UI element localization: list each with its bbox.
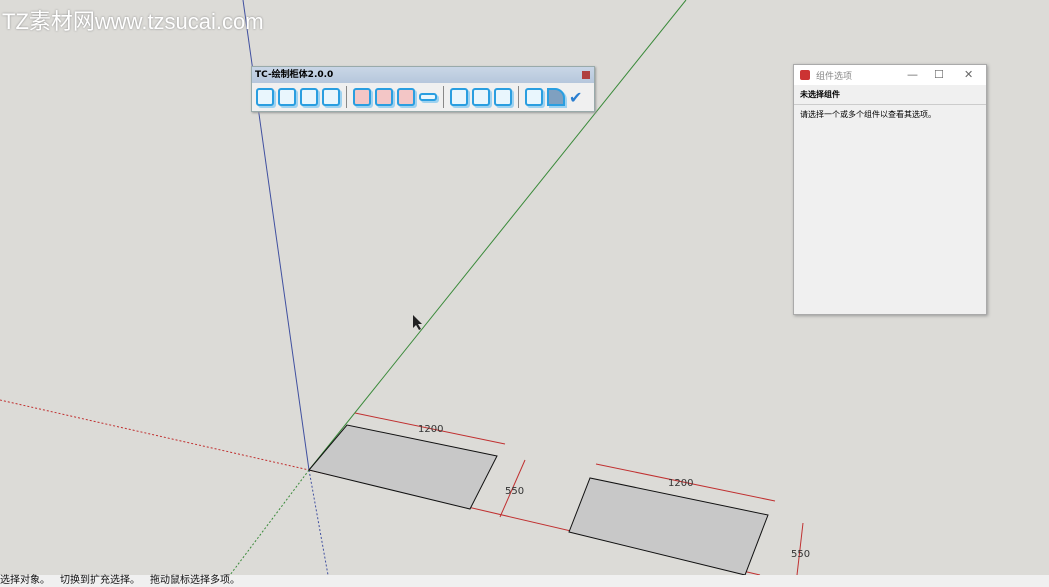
status-item: 选择对象。 [0, 575, 50, 586]
box-tool-icon[interactable] [278, 88, 296, 106]
dim-depth-1: 550 [505, 486, 524, 497]
shelf-tool-icon[interactable] [419, 93, 437, 101]
mouse-cursor-icon [413, 315, 422, 330]
face-2[interactable] [568, 477, 769, 576]
maximize-button[interactable]: ☐ [934, 68, 944, 81]
prism-tool-icon[interactable] [547, 88, 565, 106]
panel-tool-icon[interactable] [472, 88, 490, 106]
red-axis-neg [0, 399, 310, 471]
grid-tool-icon[interactable] [525, 88, 543, 106]
door-tool-icon[interactable] [397, 88, 415, 106]
status-item: 拖动鼠标选择多项。 [150, 575, 240, 586]
toolbar-close-button[interactable] [582, 71, 590, 79]
door-tool-icon[interactable] [375, 88, 393, 106]
watermark: TZ素材网www.tzsucai.com [2, 9, 264, 34]
check-icon[interactable]: ✔ [569, 88, 582, 107]
separator [346, 86, 347, 108]
sketchup-logo-icon [800, 70, 810, 80]
separator [518, 86, 519, 108]
tc-cabinet-toolbar[interactable]: TC-绘制柜体2.0.0 ✔ [251, 66, 595, 112]
green-axis-neg [229, 469, 310, 576]
status-item: 切换到扩充选择。 [60, 575, 140, 586]
component-options-dialog: 组件选项 — ☐ ✕ 未选择组件 请选择一个或多个组件以查看其选项。 [793, 64, 987, 315]
close-button[interactable]: ✕ [964, 68, 973, 81]
panel-tool-icon[interactable] [494, 88, 512, 106]
status-bar: 选择对象。 切换到扩充选择。 拖动鼠标选择多项。 [0, 575, 1049, 587]
drawer-tool-icon[interactable] [322, 88, 340, 106]
dialog-heading: 未选择组件 [794, 85, 986, 105]
door-tool-icon[interactable] [353, 88, 371, 106]
blue-axis-neg [308, 469, 329, 576]
box-tool-icon[interactable] [256, 88, 274, 106]
drawer-tool-icon[interactable] [300, 88, 318, 106]
dim-width-2: 1200 [668, 478, 693, 489]
dim-width-1: 1200 [418, 424, 443, 435]
face-1[interactable] [308, 424, 498, 510]
separator [443, 86, 444, 108]
toolbar-title-text: TC-绘制柜体2.0.0 [255, 70, 334, 80]
toolbar-title[interactable]: TC-绘制柜体2.0.0 [252, 67, 594, 83]
dialog-title: 组件选项 [816, 71, 853, 82]
dialog-message: 请选择一个或多个组件以查看其选项。 [800, 110, 936, 119]
minimize-button[interactable]: — [907, 68, 918, 81]
drawer-stack-icon[interactable] [450, 88, 468, 106]
dim-depth-2: 550 [791, 549, 810, 560]
